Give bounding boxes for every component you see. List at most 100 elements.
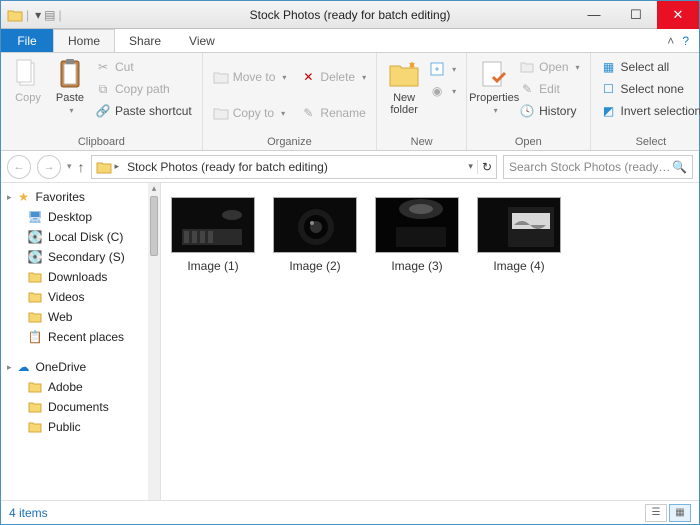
new-item-button[interactable]: ▾ xyxy=(425,58,460,80)
new-item-icon xyxy=(429,61,445,77)
file-item[interactable]: Image (3) xyxy=(375,197,459,273)
title-bar: | ▾ ▤ | Stock Photos (ready for batch ed… xyxy=(1,1,699,29)
nav-videos[interactable]: Videos xyxy=(1,287,148,307)
tab-share[interactable]: Share xyxy=(115,29,175,52)
nav-adobe[interactable]: Adobe xyxy=(1,377,148,397)
maximize-button[interactable]: ☐ xyxy=(615,1,657,29)
ribbon-collapse-icon[interactable]: ˄ xyxy=(667,34,674,48)
back-button[interactable]: ← xyxy=(7,155,31,179)
properties-icon xyxy=(478,58,510,90)
copy-path-button[interactable]: ⧉Copy path xyxy=(91,78,196,100)
drive-icon: 💽 xyxy=(27,229,43,245)
minimize-button[interactable]: — xyxy=(573,1,615,29)
folder-icon xyxy=(27,309,43,325)
help-icon[interactable]: ? xyxy=(682,34,689,48)
group-open: Properties ▾ Open▾ ✎Edit 🕓History Open xyxy=(467,53,590,150)
rename-button[interactable]: ✎Rename xyxy=(296,102,370,124)
nav-local-c[interactable]: 💽Local Disk (C) xyxy=(1,227,148,247)
edit-button[interactable]: ✎Edit xyxy=(515,78,583,100)
up-button[interactable]: ↑ xyxy=(78,159,85,175)
recent-icon: 📋 xyxy=(27,329,43,345)
desktop-icon: 🖥 xyxy=(27,209,43,225)
open-button[interactable]: Open▾ xyxy=(515,56,583,78)
edit-icon: ✎ xyxy=(519,81,535,97)
new-folder-button[interactable]: New folder xyxy=(383,56,425,116)
close-button[interactable]: ✕ xyxy=(657,1,699,29)
nav-downloads[interactable]: Downloads xyxy=(1,267,148,287)
paste-button[interactable]: Paste ▾ xyxy=(49,56,91,115)
tab-view[interactable]: View xyxy=(175,29,229,52)
scroll-thumb[interactable] xyxy=(150,196,158,256)
nav-public[interactable]: Public xyxy=(1,417,148,437)
thumbnail xyxy=(375,197,459,253)
delete-icon: ✕ xyxy=(300,69,316,85)
folder-icon xyxy=(27,419,43,435)
onedrive-header[interactable]: ▸ ☁ OneDrive xyxy=(1,357,148,377)
copy-to-button[interactable]: Copy to▾ xyxy=(209,102,291,124)
easy-access-button[interactable]: ◉▾ xyxy=(425,80,460,102)
search-icon: 🔍 xyxy=(672,160,687,174)
history-icon: 🕓 xyxy=(519,103,535,119)
recent-locations-icon[interactable]: ▾ xyxy=(67,161,72,172)
copy-button[interactable]: Copy xyxy=(7,56,49,104)
file-list[interactable]: Image (1) Image (2) Image (3) Image (4) xyxy=(161,183,699,500)
nav-recent[interactable]: 📋Recent places xyxy=(1,327,148,347)
qat-overflow-icon[interactable]: ▤ xyxy=(44,8,55,22)
folder-icon xyxy=(27,399,43,415)
tab-home[interactable]: Home xyxy=(53,29,115,52)
address-dropdown-icon[interactable]: ▾ xyxy=(468,161,473,172)
easy-access-icon: ◉ xyxy=(429,83,445,99)
file-item[interactable]: Image (4) xyxy=(477,197,561,273)
tab-file[interactable]: File xyxy=(1,29,53,52)
search-box[interactable]: Search Stock Photos (ready fo... 🔍 xyxy=(503,155,693,179)
shortcut-icon: 🔗 xyxy=(95,103,111,119)
nav-desktop[interactable]: 🖥Desktop xyxy=(1,207,148,227)
divider-icon: | xyxy=(59,8,62,22)
move-to-button[interactable]: Move to▾ xyxy=(209,66,291,88)
explorer-body: ▸ ★ Favorites 🖥Desktop 💽Local Disk (C) 💽… xyxy=(1,183,699,500)
nav-documents[interactable]: Documents xyxy=(1,397,148,417)
onedrive-icon: ☁ xyxy=(16,359,32,375)
icons-view-button[interactable]: ▦ xyxy=(669,504,691,522)
rename-icon: ✎ xyxy=(300,105,316,121)
qat-dropdown-icon[interactable]: ▾ xyxy=(35,8,41,22)
scroll-up-icon[interactable]: ▴ xyxy=(152,183,157,194)
status-items: 4 items xyxy=(9,506,48,520)
forward-button[interactable]: → xyxy=(37,155,61,179)
delete-button[interactable]: ✕Delete▾ xyxy=(296,66,370,88)
drive-icon: 💽 xyxy=(27,249,43,265)
thumbnail xyxy=(477,197,561,253)
chevron-down-icon: ▾ xyxy=(494,106,498,115)
address-box[interactable]: ▸ Stock Photos (ready for batch editing)… xyxy=(91,155,497,179)
ribbon: Copy Paste ▾ ✂Cut ⧉Copy path 🔗Paste shor… xyxy=(1,53,699,151)
select-all-button[interactable]: ▦Select all xyxy=(597,56,700,78)
file-label: Image (2) xyxy=(289,259,340,273)
paste-shortcut-button[interactable]: 🔗Paste shortcut xyxy=(91,100,196,122)
cut-button[interactable]: ✂Cut xyxy=(91,56,196,78)
nav-scrollbar[interactable]: ▴ xyxy=(148,183,160,500)
address-bar: ← → ▾ ↑ ▸ Stock Photos (ready for batch … xyxy=(1,151,699,183)
history-button[interactable]: 🕓History xyxy=(515,100,583,122)
file-item[interactable]: Image (1) xyxy=(171,197,255,273)
refresh-icon[interactable]: ↻ xyxy=(482,160,492,174)
folder-icon xyxy=(27,379,43,395)
nav-secondary-s[interactable]: 💽Secondary (S) xyxy=(1,247,148,267)
invert-selection-button[interactable]: ◩Invert selection xyxy=(597,100,700,122)
favorites-header[interactable]: ▸ ★ Favorites xyxy=(1,187,148,207)
select-none-button[interactable]: ☐Select none xyxy=(597,78,700,100)
file-item[interactable]: Image (2) xyxy=(273,197,357,273)
invert-icon: ◩ xyxy=(601,103,617,119)
move-icon xyxy=(213,69,229,85)
nav-web[interactable]: Web xyxy=(1,307,148,327)
folder-icon xyxy=(96,159,112,175)
properties-button[interactable]: Properties ▾ xyxy=(473,56,515,115)
star-icon: ★ xyxy=(16,189,32,205)
file-label: Image (1) xyxy=(187,259,238,273)
details-view-button[interactable]: ☰ xyxy=(645,504,667,522)
copy-to-icon xyxy=(213,105,229,121)
ribbon-tabs: File Home Share View ˄ ? xyxy=(1,29,699,53)
copy-icon xyxy=(12,58,44,90)
divider-icon: | xyxy=(26,8,29,22)
paste-icon xyxy=(54,58,86,90)
folder-icon xyxy=(27,289,43,305)
